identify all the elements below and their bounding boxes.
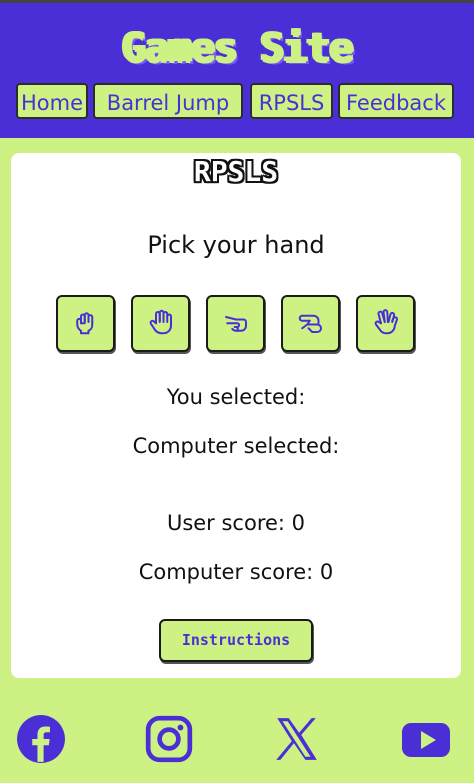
instagram-link[interactable] xyxy=(143,714,195,764)
rock-hand-icon xyxy=(71,307,101,341)
computer-selected-label: Computer selected: xyxy=(132,434,340,458)
you-selected-label: You selected: xyxy=(166,385,306,409)
hand-choices xyxy=(56,295,418,353)
x-icon xyxy=(276,718,317,760)
instructions-button[interactable]: Instructions xyxy=(159,619,313,662)
nav-rpsls-button[interactable]: RPSLS xyxy=(250,83,333,119)
spock-button[interactable] xyxy=(356,295,415,352)
nav-barrel-jump-button[interactable]: Barrel Jump xyxy=(93,83,243,119)
nav-home-button[interactable]: Home xyxy=(16,83,88,119)
site-footer xyxy=(0,690,474,783)
user-score: User score: 0 xyxy=(166,511,306,535)
instagram-icon xyxy=(145,715,193,763)
game-title: RPSLS xyxy=(193,155,279,188)
scissors-hand-icon xyxy=(221,307,251,341)
facebook-icon xyxy=(17,715,65,763)
paper-hand-icon xyxy=(146,307,176,341)
scissors-button[interactable] xyxy=(206,295,265,352)
youtube-link[interactable] xyxy=(400,714,452,764)
game-card: RPSLS Pick your hand You selected: Compu… xyxy=(11,153,461,678)
nav-feedback-button[interactable]: Feedback xyxy=(338,83,454,119)
site-title: Games Site xyxy=(121,25,354,71)
youtube-icon xyxy=(402,723,450,757)
lizard-button[interactable] xyxy=(281,295,340,352)
computer-score: Computer score: 0 xyxy=(138,560,334,584)
paper-button[interactable] xyxy=(131,295,190,352)
x-link[interactable] xyxy=(270,714,322,764)
facebook-link[interactable] xyxy=(15,714,67,764)
rock-button[interactable] xyxy=(56,295,115,352)
site-header: Games Site Home Barrel Jump RPSLS Feedba… xyxy=(0,3,474,138)
pick-hand-heading: Pick your hand xyxy=(147,231,325,259)
lizard-hand-icon xyxy=(296,307,326,341)
spock-hand-icon xyxy=(371,307,401,341)
